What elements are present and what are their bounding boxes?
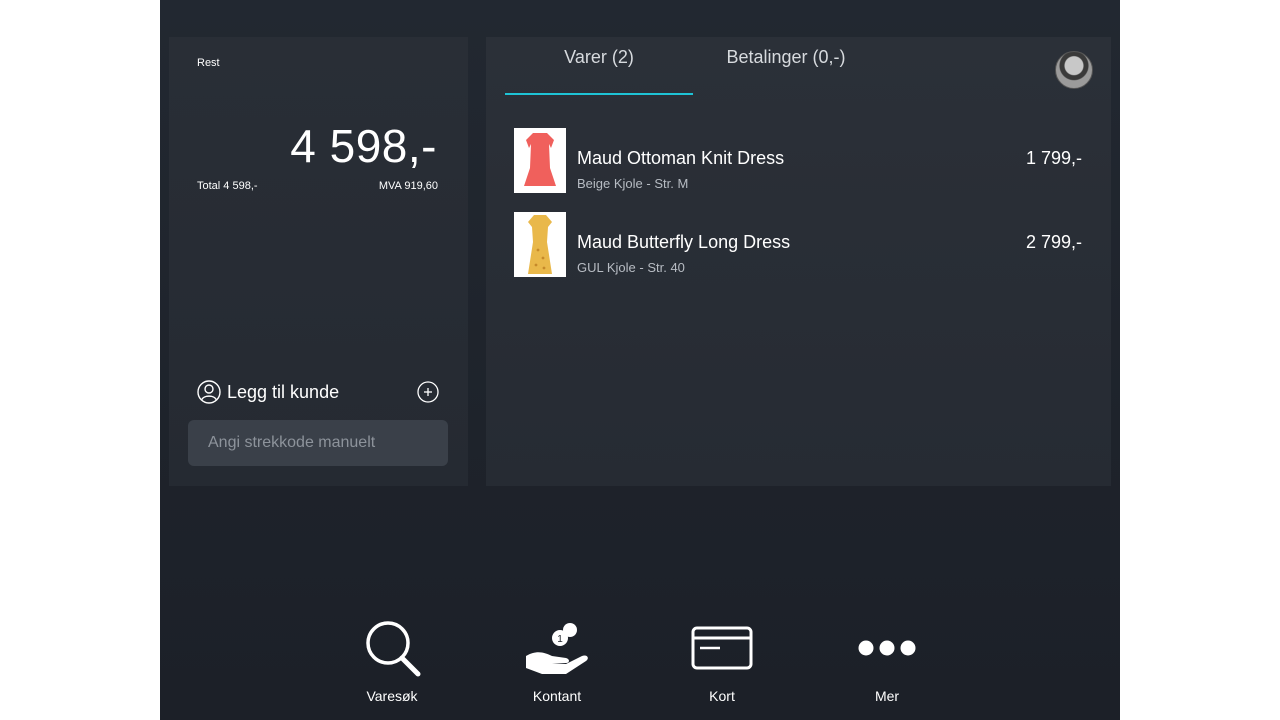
hand-coins-icon: 1: [526, 623, 588, 674]
active-tab-indicator: [505, 93, 693, 95]
rest-label: Rest: [197, 57, 220, 69]
product-search-label: Varesøk: [366, 688, 418, 704]
avatar[interactable]: [1055, 51, 1093, 89]
more-button[interactable]: Mer: [832, 616, 942, 712]
svg-text:1: 1: [557, 634, 563, 645]
product-thumbnail: [514, 212, 566, 277]
more-label: Mer: [874, 688, 900, 704]
payment-summary-panel: Rest 4 598,- Total 4 598,- MVA 919,60 Le…: [169, 37, 468, 486]
barcode-input[interactable]: Angi strekkode manuelt: [188, 420, 448, 466]
total-amount: Total 4 598,-: [197, 180, 258, 192]
cash-button[interactable]: 1 Kontant: [502, 616, 612, 712]
item-name: Maud Ottoman Knit Dress: [577, 148, 785, 168]
card-label: Kort: [709, 688, 735, 704]
person-icon: [197, 380, 221, 404]
tab-items[interactable]: Varer (2): [505, 47, 693, 93]
magnifier-icon: [366, 621, 421, 677]
cash-label: Kontant: [532, 688, 582, 704]
item-variant: GUL Kjole - Str. 40: [577, 260, 685, 275]
item-variant: Beige Kjole - Str. M: [577, 176, 689, 191]
credit-card-icon: [691, 626, 753, 670]
cart-item[interactable]: Maud Butterfly Long Dress GUL Kjole - St…: [514, 212, 1082, 278]
add-customer-label[interactable]: Legg til kunde: [227, 382, 339, 403]
item-price: 2 799,-: [1025, 232, 1082, 252]
rest-amount: 4 598,-: [290, 120, 437, 172]
barcode-placeholder: Angi strekkode manuelt: [208, 434, 376, 451]
plus-circle-icon[interactable]: [417, 381, 439, 403]
card-button[interactable]: Kort: [667, 616, 777, 712]
cart-item[interactable]: Maud Ottoman Knit Dress Beige Kjole - St…: [514, 128, 1082, 194]
cart-panel: Varer (2) Betalinger (0,-) Maud Ottoman …: [486, 37, 1111, 486]
pos-screen: Rest 4 598,- Total 4 598,- MVA 919,60 Le…: [160, 0, 1120, 720]
more-dots-icon: [858, 640, 916, 656]
item-price: 1 799,-: [1025, 148, 1082, 168]
product-thumbnail: [514, 128, 566, 193]
product-search-button[interactable]: Varesøk: [337, 616, 447, 712]
item-name: Maud Butterfly Long Dress: [577, 232, 791, 252]
tab-payments[interactable]: Betalinger (0,-): [702, 47, 870, 93]
vat-amount: MVA 919,60: [378, 180, 438, 192]
add-customer-row[interactable]: Legg til kunde: [197, 379, 441, 405]
